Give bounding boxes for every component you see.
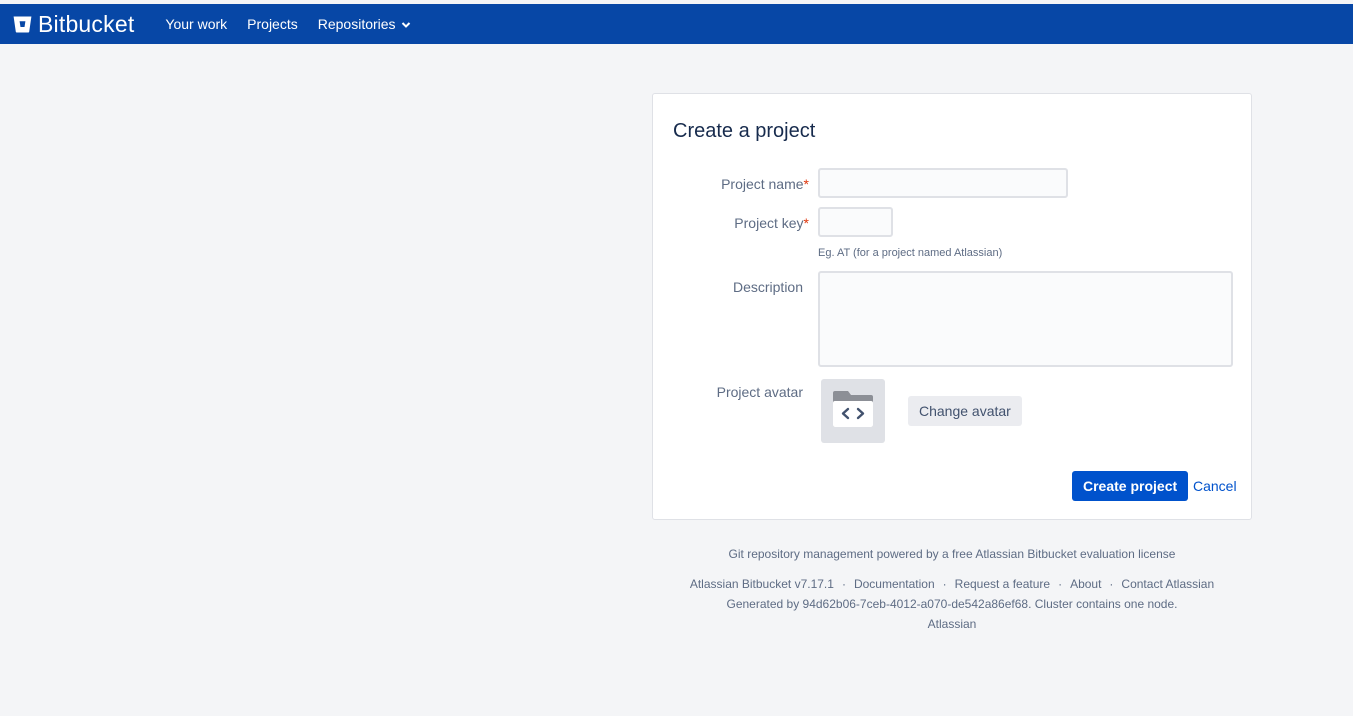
project-name-label: Project name* — [659, 176, 809, 192]
generated-by-text: Generated by 94d62b06-7ceb-4012-a070-de5… — [726, 597, 1178, 611]
chevron-down-icon — [401, 16, 411, 32]
footer-link-contact[interactable]: Contact Atlassian — [1121, 577, 1214, 591]
footer-link-about[interactable]: About — [1070, 577, 1101, 591]
project-avatar-label: Project avatar — [716, 384, 803, 400]
create-project-panel: Create a project Project name* Project k… — [652, 93, 1252, 520]
nav-repositories-label: Repositories — [317, 16, 396, 32]
project-name-input[interactable] — [818, 168, 1068, 198]
footer-separator: · — [942, 577, 947, 591]
nav-projects-label: Projects — [247, 16, 298, 32]
bitbucket-logo[interactable]: Bitbucket — [13, 11, 134, 38]
cancel-link[interactable]: Cancel — [1193, 478, 1237, 494]
footer-link-request-feature[interactable]: Request a feature — [955, 577, 1050, 591]
footer-link-documentation[interactable]: Documentation — [854, 577, 935, 591]
create-project-button[interactable]: Create project — [1072, 471, 1189, 501]
nav-projects[interactable]: Projects — [247, 16, 298, 32]
nav-your-work-label: Your work — [165, 16, 228, 32]
footer-links: Atlassian Bitbucket v7.17.1 · Documentatio… — [652, 574, 1252, 594]
project-key-input[interactable] — [818, 207, 893, 237]
nav-your-work[interactable]: Your work — [165, 16, 227, 32]
main-nav: Your work Projects Repositories — [165, 16, 430, 32]
bitbucket-icon — [13, 16, 32, 33]
footer-separator: · — [841, 577, 846, 591]
project-key-hint: Eg. AT (for a project named Atlassian) — [818, 247, 1003, 259]
required-mark: * — [803, 176, 809, 192]
license-text: Git repository management powered by a f… — [728, 547, 1176, 561]
footer-link-version[interactable]: Atlassian Bitbucket v7.17.1 — [690, 577, 834, 591]
footer: Git repository management powered by a f… — [652, 544, 1252, 634]
page-title: Create a project — [673, 120, 816, 142]
required-mark: * — [803, 215, 809, 231]
footer-separator: · — [1109, 577, 1114, 591]
project-key-label: Project key* — [659, 215, 809, 231]
footer-separator: · — [1058, 577, 1063, 591]
change-avatar-button[interactable]: Change avatar — [908, 396, 1022, 426]
footer-company[interactable]: Atlassian — [652, 614, 1252, 634]
project-name-label-text: Project name — [721, 176, 804, 192]
top-navigation-bar: Bitbucket Your work Projects Repositorie… — [0, 4, 1353, 44]
project-key-label-text: Project key — [734, 215, 804, 231]
logo-text: Bitbucket — [38, 10, 135, 37]
description-textarea[interactable] — [818, 271, 1233, 367]
nav-repositories-dropdown[interactable]: Repositories — [318, 16, 411, 32]
description-label: Description — [732, 279, 803, 295]
project-avatar[interactable] — [821, 379, 885, 443]
code-folder-icon — [832, 390, 874, 432]
